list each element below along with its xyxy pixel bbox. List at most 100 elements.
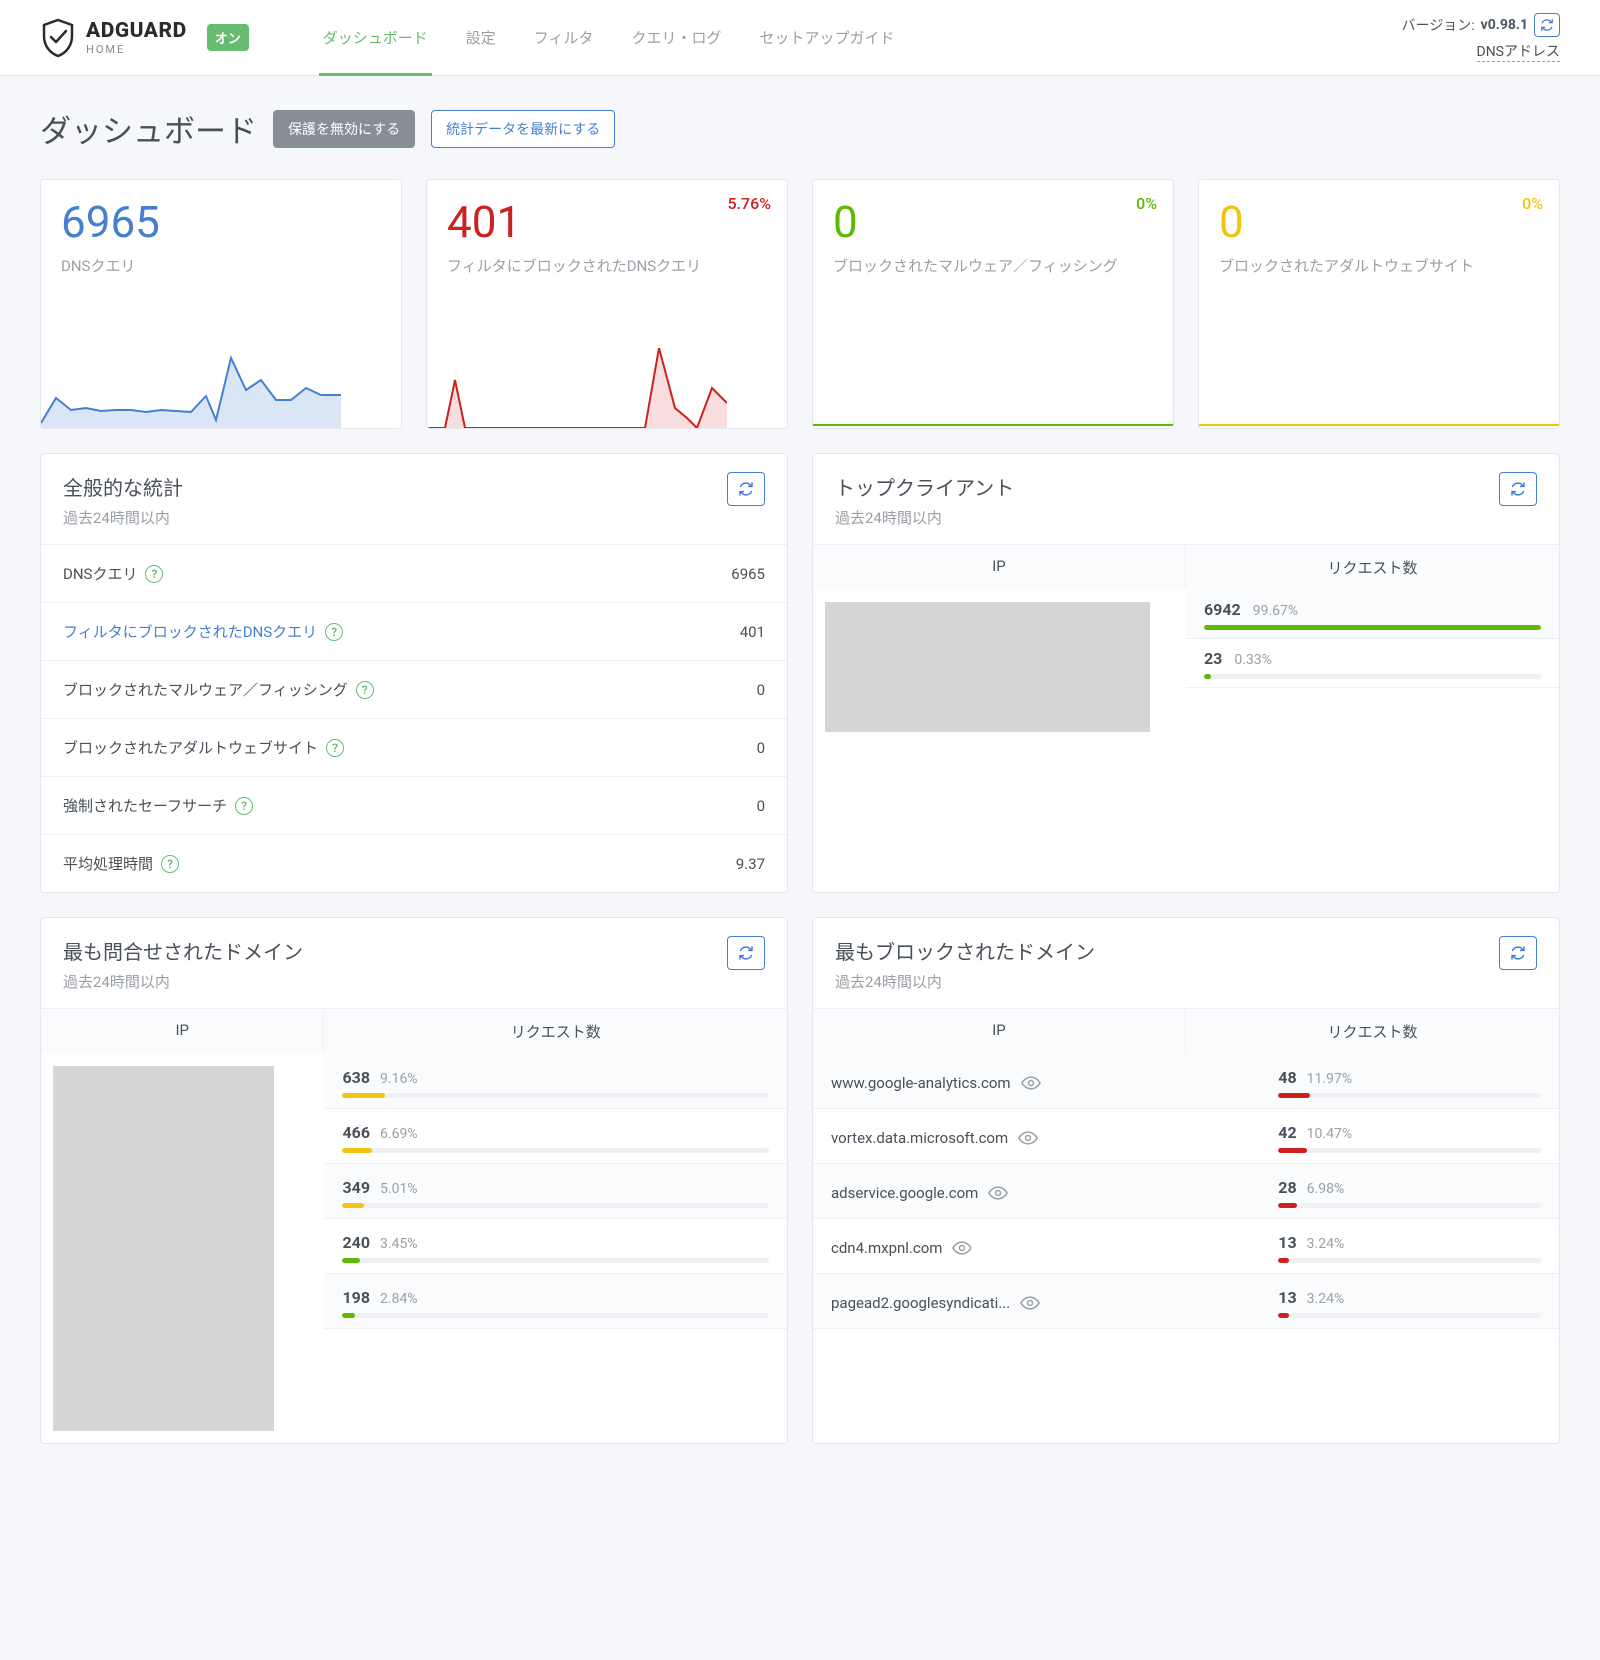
client-count: 23 [1204, 649, 1222, 668]
domain-percent: 9.16% [380, 1071, 418, 1087]
client-row: 23 0.33% [1186, 639, 1559, 688]
brand-name: ADGUARD [86, 21, 187, 42]
panel-refresh-button[interactable] [727, 472, 765, 506]
row-value: 9.37 [736, 855, 765, 873]
blocked-domain-row: adservice.google.com286.98% [813, 1164, 1559, 1219]
nav-dashboard[interactable]: ダッシュボード [319, 0, 432, 76]
queried-domain-row: 466 6.69% [324, 1109, 787, 1164]
eye-icon[interactable] [1021, 1073, 1041, 1093]
version-label: バージョン: [1402, 15, 1475, 35]
panel-top-blocked: 最もブロックされたドメイン 過去24時間以内 IP リクエスト数 www.goo… [812, 917, 1560, 1444]
blocked-domain-row: cdn4.mxpnl.com133.24% [813, 1219, 1559, 1274]
stat-card-dns-queries: 6965 DNSクエリ [40, 179, 402, 429]
col-header-requests: リクエスト数 [1186, 545, 1559, 590]
stat-label: DNSクエリ [41, 244, 401, 277]
brand-sub: HOME [86, 44, 187, 55]
col-header-requests: リクエスト数 [324, 1009, 787, 1054]
nav-setup[interactable]: セットアップガイド [755, 0, 898, 76]
nav-querylog[interactable]: クエリ・ログ [627, 0, 725, 76]
panel-subtitle: 過去24時間以内 [835, 971, 1095, 992]
stat-label: ブロックされたアダルトウェブサイト [1199, 244, 1559, 277]
stat-number: 0 [1199, 180, 1559, 244]
stats-row: 6965 DNSクエリ 5.76% 401 フィルタにブロックされたDNSクエリ… [40, 179, 1560, 429]
row-label: DNSクエリ [63, 563, 137, 584]
help-icon[interactable]: ? [235, 797, 253, 815]
row-value: 0 [757, 797, 765, 815]
disable-protection-button[interactable]: 保護を無効にする [273, 110, 415, 148]
main-nav: ダッシュボード 設定 フィルタ クエリ・ログ セットアップガイド [319, 0, 899, 76]
progress-bar [342, 1203, 769, 1208]
progress-bar [1204, 674, 1541, 679]
stat-card-adult: 0% 0 ブロックされたアダルトウェブサイト [1198, 179, 1560, 429]
progress-bar [1278, 1313, 1541, 1318]
domain-percent: 11.97% [1307, 1071, 1352, 1087]
domain-count: 466 [342, 1123, 370, 1142]
client-percent: 0.33% [1234, 652, 1272, 668]
eye-icon[interactable] [1018, 1128, 1038, 1148]
help-icon[interactable]: ? [356, 681, 374, 699]
blocked-domain-row: vortex.data.microsoft.com4210.47% [813, 1109, 1559, 1164]
help-icon[interactable]: ? [325, 623, 343, 641]
row-value: 0 [757, 681, 765, 699]
logo[interactable]: ADGUARD HOME オン [40, 18, 249, 58]
nav-settings[interactable]: 設定 [462, 0, 500, 76]
eye-icon[interactable] [988, 1183, 1008, 1203]
domain-percent: 3.24% [1307, 1291, 1345, 1307]
domain-percent: 2.84% [380, 1291, 418, 1307]
help-icon[interactable]: ? [161, 855, 179, 873]
stat-percent: 0% [1522, 194, 1543, 213]
domain-count: 42 [1278, 1123, 1296, 1142]
domain-percent: 6.69% [380, 1126, 418, 1142]
version-refresh-button[interactable] [1534, 13, 1560, 37]
client-percent: 99.67% [1253, 603, 1298, 619]
stat-card-blocked-filters: 5.76% 401 フィルタにブロックされたDNSクエリ [426, 179, 788, 429]
stat-percent: 5.76% [727, 194, 771, 213]
sparkline-chart [41, 348, 341, 428]
sparkline-flat [813, 424, 1173, 426]
panel-top-queried: 最も問合せされたドメイン 過去24時間以内 IP リクエスト数 6389.16%… [40, 917, 788, 1444]
panel-refresh-button[interactable] [1499, 936, 1537, 970]
domain-percent: 6.98% [1307, 1181, 1345, 1197]
app-header: ADGUARD HOME オン ダッシュボード 設定 フィルタ クエリ・ログ セ… [0, 0, 1600, 76]
panel-title: 最も問合せされたドメイン [63, 936, 303, 965]
general-stat-row: 強制されたセーフサーチ? 0 [41, 776, 787, 834]
eye-icon[interactable] [952, 1238, 972, 1258]
progress-bar [1204, 625, 1541, 630]
progress-bar [342, 1313, 769, 1318]
row-label: 平均処理時間 [63, 853, 153, 874]
queried-domain-row: 349 5.01% [324, 1164, 787, 1219]
domain-count: 198 [342, 1288, 370, 1307]
blocked-domain-row: pagead2.googlesyndicati...133.24% [813, 1274, 1559, 1329]
panel-refresh-button[interactable] [727, 936, 765, 970]
general-stat-row: 平均処理時間? 9.37 [41, 834, 787, 892]
stat-label: フィルタにブロックされたDNSクエリ [427, 244, 787, 277]
eye-icon[interactable] [1020, 1293, 1040, 1313]
client-row: 694299.67% [1186, 590, 1559, 639]
col-header-ip: IP [813, 1009, 1186, 1054]
row-value: 0 [757, 739, 765, 757]
refresh-stats-button[interactable]: 統計データを最新にする [431, 110, 615, 148]
domain-count: 48 [1278, 1068, 1296, 1087]
row-label: 強制されたセーフサーチ [63, 795, 227, 816]
panel-subtitle: 過去24時間以内 [63, 971, 303, 992]
progress-bar [342, 1093, 769, 1098]
domain-percent: 5.01% [380, 1181, 418, 1197]
nav-filters[interactable]: フィルタ [530, 0, 598, 76]
domain-count: 13 [1278, 1233, 1296, 1252]
page-header: ダッシュボード 保護を無効にする 統計データを最新にする [40, 106, 1560, 151]
panel-title: 最もブロックされたドメイン [835, 936, 1095, 965]
domain-name: vortex.data.microsoft.com [831, 1129, 1008, 1147]
general-stat-row: DNSクエリ?6965 [41, 544, 787, 602]
help-icon[interactable]: ? [145, 565, 163, 583]
panel-subtitle: 過去24時間以内 [835, 507, 1014, 528]
domain-count: 13 [1278, 1288, 1296, 1307]
panel-refresh-button[interactable] [1499, 472, 1537, 506]
general-stat-row[interactable]: フィルタにブロックされたDNSクエリ?401 [41, 602, 787, 660]
help-icon[interactable]: ? [326, 739, 344, 757]
queried-domain-row: 2403.45% [324, 1219, 787, 1274]
domain-count: 349 [342, 1178, 370, 1197]
progress-bar [342, 1258, 769, 1263]
dns-address-link[interactable]: DNSアドレス [1477, 41, 1561, 62]
domain-name: adservice.google.com [831, 1184, 978, 1202]
domain-placeholder [53, 1066, 274, 1431]
